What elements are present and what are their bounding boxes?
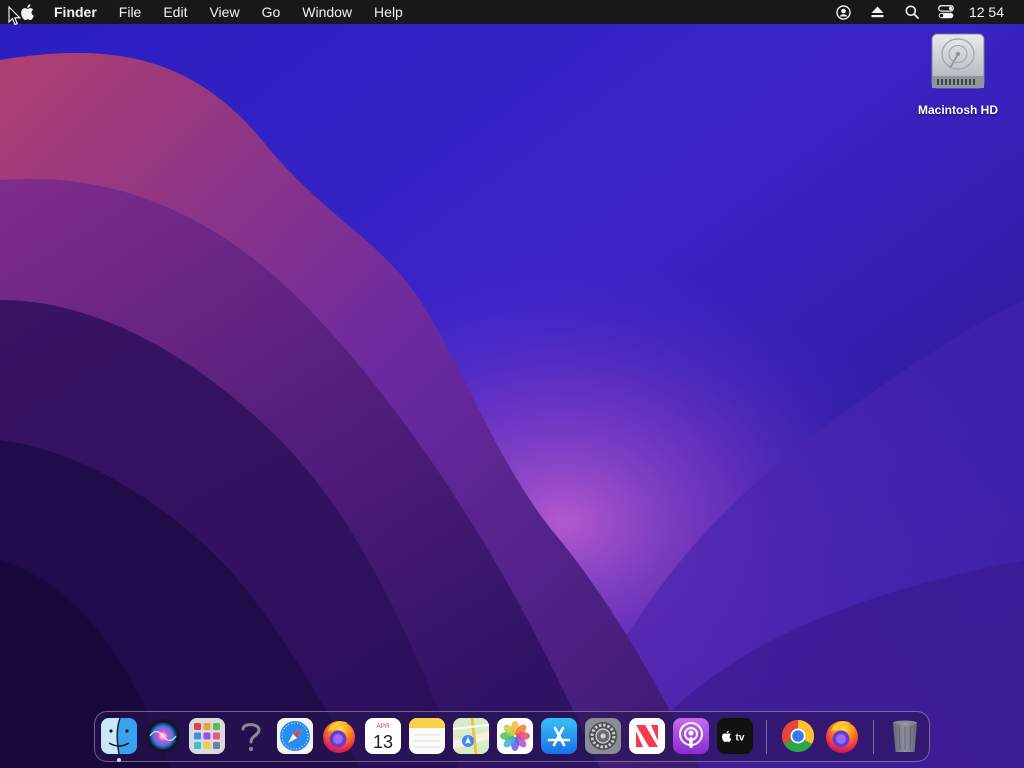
dock-finder[interactable] xyxy=(100,717,138,755)
dock-chrome[interactable] xyxy=(779,717,817,755)
menu-window[interactable]: Window xyxy=(291,0,363,24)
desktop-icon-macintosh-hd[interactable]: Macintosh HD xyxy=(910,32,1006,117)
news-icon xyxy=(629,718,665,754)
siri-icon xyxy=(146,719,180,753)
photos-icon xyxy=(497,718,533,754)
dock-maps[interactable] xyxy=(452,717,490,755)
maps-icon xyxy=(452,717,490,755)
trash-icon xyxy=(893,720,917,752)
running-indicator xyxy=(117,758,121,762)
desktop-icon-label: Macintosh HD xyxy=(917,103,998,117)
dock: APR 13 tv xyxy=(94,711,930,762)
desktop-screen: Finder File Edit View Go Window Help 12 … xyxy=(0,0,1024,768)
dock-siri[interactable] xyxy=(144,717,182,755)
dock-firefox-2[interactable] xyxy=(823,717,861,755)
dock-firefox[interactable] xyxy=(320,717,358,755)
desktop-wallpaper xyxy=(0,0,1024,768)
menu-go[interactable]: Go xyxy=(251,0,292,24)
hard-drive-icon xyxy=(931,33,985,89)
dock-unknown-app[interactable] xyxy=(232,717,270,755)
menu-file[interactable]: File xyxy=(108,0,153,24)
apple-tv-icon: tv xyxy=(717,718,753,754)
dock-divider xyxy=(873,720,874,754)
spotlight-search-icon[interactable] xyxy=(902,0,922,24)
podcasts-icon xyxy=(673,718,709,754)
dock-photos[interactable] xyxy=(496,717,534,755)
dock-divider xyxy=(766,720,767,754)
notes-icon xyxy=(409,718,445,754)
menu-edit[interactable]: Edit xyxy=(152,0,198,24)
dock-apple-tv[interactable]: tv xyxy=(716,717,754,755)
menu-app-finder[interactable]: Finder xyxy=(54,0,108,24)
chrome-icon xyxy=(781,719,815,753)
eject-icon[interactable] xyxy=(868,0,888,24)
finder-icon xyxy=(101,717,137,755)
user-account-icon[interactable] xyxy=(834,0,854,24)
calendar-day: 13 xyxy=(373,732,393,752)
dock-app-store[interactable] xyxy=(540,717,578,755)
apple-tv-label: tv xyxy=(736,733,745,744)
firefox-icon xyxy=(323,721,355,753)
dock-launchpad[interactable] xyxy=(188,717,226,755)
menu-bar: Finder File Edit View Go Window Help 12 … xyxy=(0,0,1024,24)
dock-news[interactable] xyxy=(628,717,666,755)
launchpad-icon xyxy=(189,718,225,754)
dock-notes[interactable] xyxy=(408,717,446,755)
menu-view[interactable]: View xyxy=(198,0,250,24)
dock-system-preferences[interactable] xyxy=(584,717,622,755)
calendar-icon: APR 13 xyxy=(365,718,401,754)
menu-help[interactable]: Help xyxy=(363,0,414,24)
mouse-cursor-icon xyxy=(8,6,22,26)
firefox-icon xyxy=(826,721,858,753)
control-center-icon[interactable] xyxy=(936,0,956,24)
dock-calendar[interactable]: APR 13 xyxy=(364,717,402,755)
safari-icon xyxy=(277,718,313,754)
calendar-month: APR xyxy=(376,723,390,730)
app-store-icon xyxy=(541,718,577,754)
question-mark-icon xyxy=(241,723,261,751)
dock-trash[interactable] xyxy=(886,717,924,755)
menu-clock[interactable]: 12 54 xyxy=(969,4,1004,20)
dock-podcasts[interactable] xyxy=(672,717,710,755)
system-preferences-icon xyxy=(585,718,621,754)
dock-safari[interactable] xyxy=(276,717,314,755)
